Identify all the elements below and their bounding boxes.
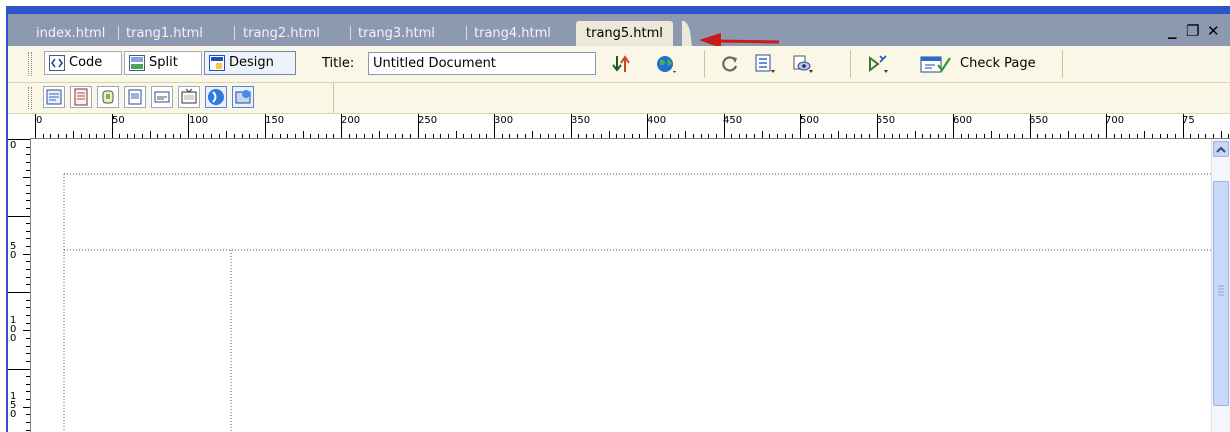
insert-hidden-field-button[interactable]	[97, 86, 119, 108]
vertical-ruler: 0 50 100 150	[8, 138, 31, 432]
form-icon	[46, 89, 62, 105]
view-options-icon[interactable]	[755, 54, 775, 74]
ruler-label: 100	[189, 115, 209, 126]
scroll-up-button[interactable]	[1213, 141, 1229, 157]
toolbar-separator	[704, 50, 705, 78]
design-view-button[interactable]: Design	[204, 51, 296, 75]
insert-form-button[interactable]	[43, 86, 65, 108]
ruler-label: 0	[36, 115, 43, 126]
split-label: Split	[149, 55, 178, 70]
ruler-label: 250	[418, 115, 438, 126]
text-field-icon	[74, 88, 88, 106]
ruler-label: 75	[1182, 115, 1195, 126]
insert-text-field-button[interactable]	[70, 86, 92, 108]
toolbar-grip[interactable]	[28, 52, 32, 76]
chevron-up-icon	[1216, 146, 1226, 153]
split-view-button[interactable]: Split	[124, 51, 202, 75]
tab-separator	[118, 26, 119, 40]
toolbar-separator	[1062, 50, 1063, 78]
hidden-field-icon	[102, 90, 114, 104]
code-label: Code	[69, 55, 103, 70]
tab-trang2[interactable]: trang2.html	[243, 21, 320, 46]
file-management-icon[interactable]	[612, 54, 632, 74]
ruler-label: 50	[10, 241, 17, 261]
validate-markup-icon[interactable]	[868, 54, 888, 74]
grip-icon	[1218, 285, 1224, 296]
check-page-label[interactable]: Check Page	[960, 56, 1036, 71]
refresh-icon[interactable]	[720, 54, 740, 74]
button-icon	[235, 90, 251, 104]
scroll-thumb[interactable]	[1213, 181, 1229, 406]
checkbox-icon	[154, 91, 170, 103]
ruler-label: 300	[494, 115, 514, 126]
restore-button[interactable]: ❐	[1186, 22, 1199, 40]
ruler-label: 50	[112, 115, 125, 126]
ruler-label: 150	[10, 391, 17, 420]
document-window: index.html trang1.html trang2.html trang…	[8, 14, 1230, 432]
ruler-label: 450	[723, 115, 743, 126]
insert-textarea-button[interactable]	[124, 86, 146, 108]
ruler-ticks	[8, 139, 30, 431]
layout-outlines	[63, 173, 1211, 432]
title-label: Title:	[322, 56, 355, 71]
image-icon	[208, 89, 224, 105]
insert-image-button[interactable]	[205, 86, 227, 108]
check-page-icon[interactable]	[920, 54, 954, 74]
close-button[interactable]: ✕	[1207, 22, 1220, 40]
split-icon	[129, 55, 145, 71]
design-canvas[interactable]	[31, 139, 1211, 432]
toolbar-grip[interactable]	[28, 87, 32, 109]
title-field[interactable]	[368, 52, 596, 75]
vertical-scrollbar[interactable]	[1211, 139, 1230, 432]
tab-separator	[466, 26, 467, 40]
design-label: Design	[229, 55, 274, 70]
tab-trang1[interactable]: trang1.html	[126, 21, 203, 46]
insert-radio-button[interactable]	[178, 86, 200, 108]
horizontal-ruler: 0 50 100 150 200 250 300 350 400 450 500…	[8, 114, 1230, 139]
tab-trang3[interactable]: trang3.html	[358, 21, 435, 46]
tab-trang4[interactable]: trang4.html	[474, 21, 551, 46]
ruler-label: 650	[1029, 115, 1049, 126]
tab-separator	[234, 26, 235, 40]
preview-globe-icon[interactable]	[656, 54, 676, 74]
insert-toolbar	[8, 83, 1230, 114]
insert-button-button[interactable]	[232, 86, 254, 108]
tab-separator	[350, 26, 351, 40]
ruler-label: 100	[10, 315, 17, 344]
ruler-label: 500	[800, 115, 820, 126]
code-icon	[49, 55, 65, 71]
ruler-label: 0	[10, 140, 17, 151]
ruler-label: 550	[876, 115, 896, 126]
ruler-label: 600	[953, 115, 973, 126]
toolbar-separator	[850, 50, 851, 78]
ruler-label: 700	[1105, 115, 1125, 126]
insert-checkbox-button[interactable]	[151, 86, 173, 108]
visual-aids-icon[interactable]	[793, 54, 813, 74]
minimize-button[interactable]: _	[1168, 20, 1177, 40]
radio-icon	[181, 88, 197, 104]
code-view-button[interactable]: Code	[44, 51, 122, 75]
design-icon	[209, 55, 225, 71]
tab-index[interactable]: index.html	[36, 21, 105, 46]
ruler-label: 150	[265, 115, 285, 126]
ruler-label: 350	[571, 115, 591, 126]
document-tab-bar: index.html trang1.html trang2.html trang…	[8, 14, 1230, 48]
toolbar-separator	[333, 83, 334, 113]
textarea-icon	[128, 89, 142, 105]
document-toolbar: Code Split Design Title: Untitled Docume…	[8, 46, 1230, 83]
ruler-label: 200	[341, 115, 361, 126]
ruler-label: 400	[647, 115, 667, 126]
tab-trang5[interactable]: trang5.html	[576, 21, 673, 46]
